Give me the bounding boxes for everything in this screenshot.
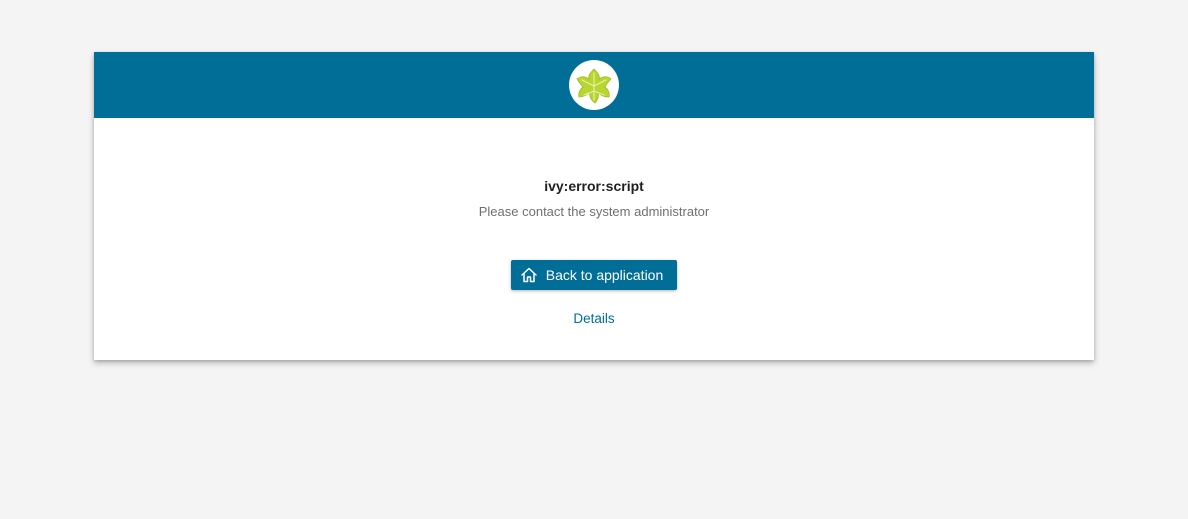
details-link[interactable]: Details [573, 311, 614, 326]
home-icon [520, 267, 537, 283]
card-body: ivy:error:script Please contact the syst… [94, 118, 1094, 328]
details-row: Details [94, 310, 1094, 328]
back-button-label: Back to application [545, 267, 664, 283]
error-title: ivy:error:script [544, 178, 644, 194]
back-to-application-button[interactable]: Back to application [510, 260, 678, 290]
error-message: Please contact the system administrator [478, 204, 710, 219]
ivy-leaf-icon [576, 68, 612, 104]
error-card: ivy:error:script Please contact the syst… [94, 52, 1094, 360]
card-header [94, 52, 1094, 118]
app-logo [569, 60, 619, 110]
